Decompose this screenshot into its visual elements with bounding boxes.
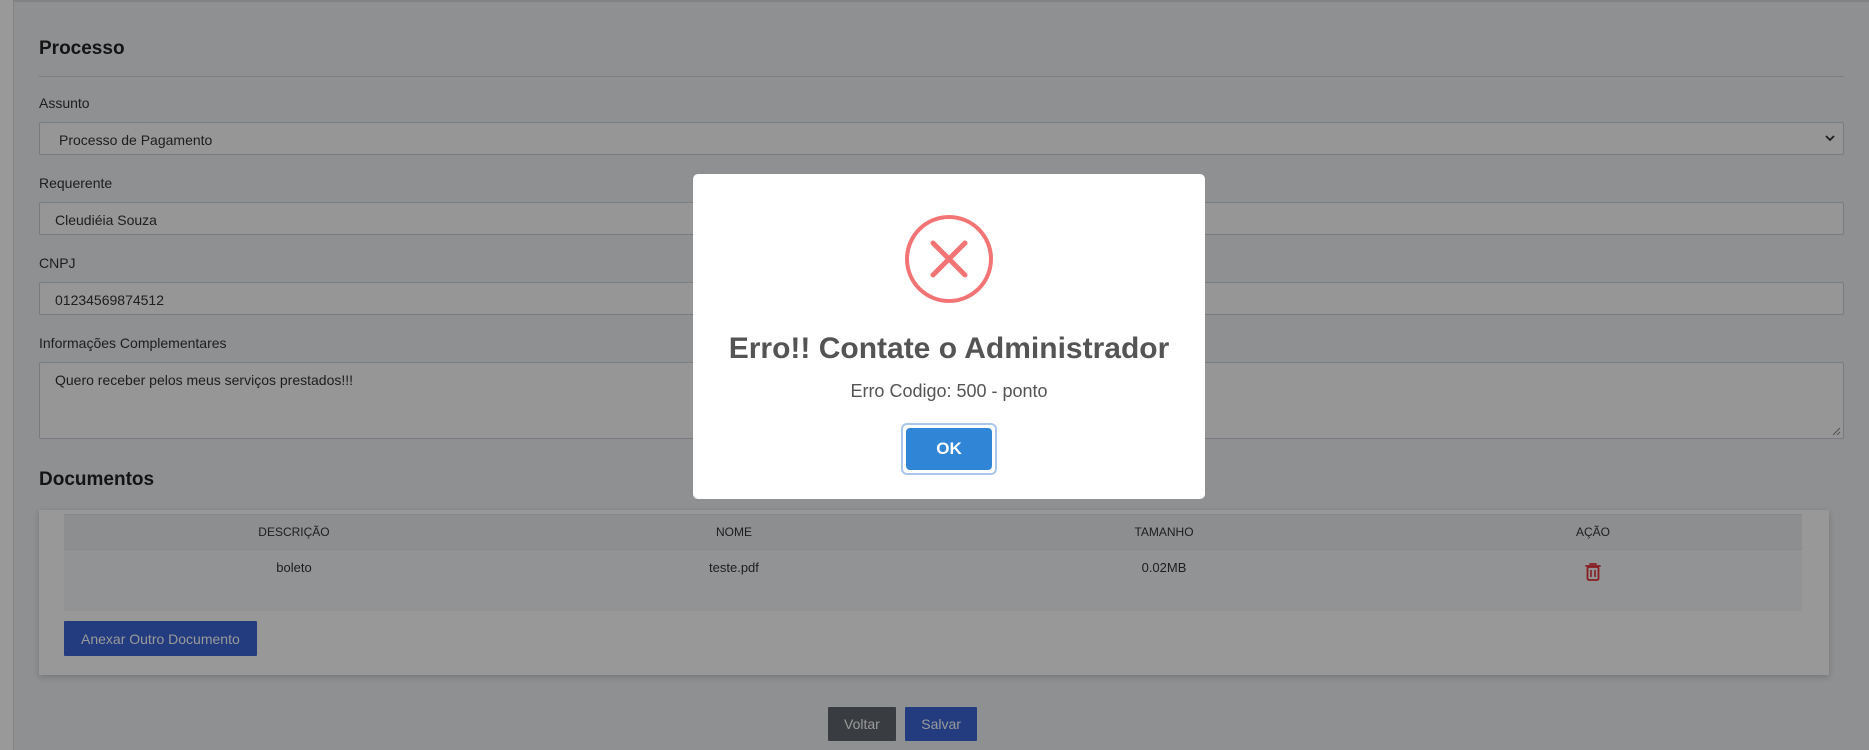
- ok-button-focus-ring: OK: [901, 423, 997, 475]
- page: Processo Assunto Processo de Pagamento R…: [0, 0, 1869, 750]
- ok-button[interactable]: OK: [906, 428, 992, 470]
- error-x-icon: [905, 215, 993, 303]
- dialog-title: Erro!! Contate o Administrador: [728, 332, 1170, 365]
- dialog-message: Erro Codigo: 500 - ponto: [850, 381, 1048, 401]
- error-dialog: Erro!! Contate o Administrador Erro Codi…: [693, 174, 1205, 499]
